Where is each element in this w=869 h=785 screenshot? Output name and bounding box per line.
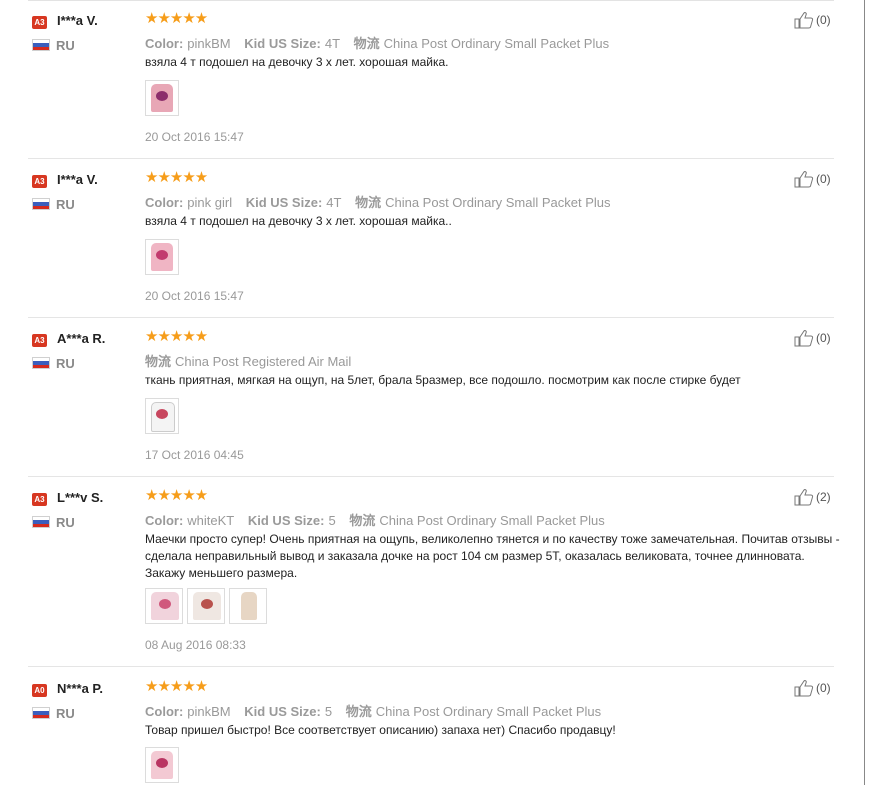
thumbs-up-icon [794, 330, 814, 347]
attr-size-label: Kid US Size: [247, 513, 325, 528]
review-photos [145, 398, 179, 434]
attr-size-label: Kid US Size: [244, 36, 321, 51]
review-photo-thumbnail[interactable] [229, 588, 267, 624]
review-text: ткань приятная, мягкая на ощуп, на 5лет,… [145, 373, 741, 387]
helpful-count: (0) [816, 172, 831, 186]
attr-shipping-value: China Post Ordinary Small Packet Plus [375, 704, 602, 719]
russia-flag-icon [32, 39, 50, 51]
review-photo-thumbnail[interactable] [145, 398, 179, 434]
attr-color-value: pinkBM [187, 704, 231, 719]
order-attributes: Color: whiteKT Kid US Size: 5 物流 China Post… [145, 510, 615, 529]
buyer-name: L***v S. [57, 490, 104, 505]
buyer-level-badge: A3 [32, 16, 47, 29]
thumbs-up-icon [794, 12, 814, 29]
star-rating: ★★★★★ [145, 169, 208, 186]
page-edge [864, 0, 865, 785]
helpful-count: (2) [816, 490, 831, 504]
order-attributes: 物流 China Post Registered Air Mail [145, 351, 361, 370]
review-item: A3 L***v S. RU ★★★★★ Color: whiteKT Kid U… [28, 477, 840, 667]
buyer-name: N***a P. [57, 681, 104, 696]
buyer-level-badge: A3 [32, 493, 47, 506]
attr-shipping-label: 物流 [345, 704, 372, 719]
attr-shipping-label: 物流 [145, 354, 172, 369]
russia-flag-icon [32, 707, 50, 719]
attr-shipping-value: China Post Registered Air Mail [175, 354, 352, 369]
review-photos [145, 80, 179, 116]
attr-shipping-label: 物流 [355, 195, 382, 210]
review-item: A0 N***a P. RU ★★★★★ Color: pinkBM Kid US… [28, 668, 834, 785]
thumbs-up-icon [794, 489, 814, 506]
attr-size-label: Kid US Size: [245, 195, 323, 210]
buyer-level-badge: A3 [32, 334, 47, 347]
buyer-level-badge: A0 [32, 684, 47, 697]
attr-color-label: Color: [145, 195, 184, 210]
attr-color-label: Color: [145, 36, 184, 51]
attr-size-value: 4T [326, 195, 342, 210]
review-photo-thumbnail[interactable] [187, 588, 225, 624]
attr-color-value: pinkBM [187, 36, 231, 51]
attr-color-label: Color: [145, 513, 184, 528]
russia-flag-icon [32, 516, 50, 528]
russia-flag-icon [32, 357, 50, 369]
review-item: A3 A***a R. RU ★★★★★ 物流 China Post Regist… [28, 318, 834, 477]
review-text: Маечки просто супер! Очень приятная на о… [145, 532, 840, 580]
review-text: взяла 4 т подошел на девочку 3 х лет. хо… [145, 55, 449, 69]
review-date: 08 Aug 2016 08:33 [145, 638, 246, 652]
helpful-button[interactable]: (0) [794, 679, 831, 697]
star-rating: ★★★★★ [145, 10, 208, 27]
attr-shipping-label: 物流 [353, 36, 380, 51]
order-attributes: Color: pinkBM Kid US Size: 5 物流 China Post … [145, 701, 611, 720]
star-rating: ★★★★★ [145, 678, 208, 695]
review-photo-thumbnail[interactable] [145, 80, 179, 116]
attr-shipping-value: China Post Ordinary Small Packet Plus [379, 513, 605, 528]
review-text: взяла 4 т подошел на девочку 3 х лет. хо… [145, 214, 452, 228]
helpful-button[interactable]: (2) [794, 488, 831, 506]
review-photos [145, 747, 179, 783]
star-rating: ★★★★★ [145, 487, 208, 504]
attr-size-value: 5 [324, 704, 333, 719]
attr-color-label: Color: [145, 704, 184, 719]
order-attributes: Color: pink girl Kid US Size: 4T 物流 China P… [145, 192, 621, 211]
review-divider [28, 666, 834, 667]
attr-shipping-label: 物流 [349, 513, 376, 528]
buyer-country: RU [56, 706, 75, 721]
order-attributes: Color: pinkBM Kid US Size: 4T 物流 China Post… [145, 33, 619, 52]
thumbs-up-icon [794, 171, 814, 188]
attr-shipping-value: China Post Ordinary Small Packet Plus [383, 36, 610, 51]
buyer-name: I***a V. [57, 13, 98, 28]
buyer-country: RU [56, 356, 75, 371]
helpful-button[interactable]: (0) [794, 329, 831, 347]
attr-color-value: pink girl [187, 195, 233, 210]
buyer-name: I***a V. [57, 172, 98, 187]
buyer-country: RU [56, 197, 75, 212]
helpful-count: (0) [816, 331, 831, 345]
helpful-count: (0) [816, 681, 831, 695]
thumbs-up-icon [794, 680, 814, 697]
attr-size-value: 5 [328, 513, 336, 528]
review-item: A3 I***a V. RU ★★★★★ Color: pinkBM Kid US… [28, 0, 834, 159]
review-photos [145, 239, 179, 275]
helpful-count: (0) [816, 13, 831, 27]
helpful-button[interactable]: (0) [794, 170, 831, 188]
attr-size-label: Kid US Size: [244, 704, 321, 719]
review-date: 20 Oct 2016 15:47 [145, 289, 244, 303]
review-photos [145, 588, 267, 624]
buyer-country: RU [56, 38, 75, 53]
attr-size-value: 4T [324, 36, 341, 51]
review-photo-thumbnail[interactable] [145, 747, 179, 783]
review-item: A3 I***a V. RU ★★★★★ Color: pink girl Kid… [28, 159, 834, 318]
attr-color-value: whiteKT [187, 513, 235, 528]
helpful-button[interactable]: (0) [794, 11, 831, 29]
buyer-name: A***a R. [57, 331, 106, 346]
buyer-level-badge: A3 [32, 175, 47, 188]
review-photo-thumbnail[interactable] [145, 239, 179, 275]
buyer-country: RU [56, 515, 75, 530]
review-date: 17 Oct 2016 04:45 [145, 448, 244, 462]
review-text: Товар пришел быстро! Все соответствует о… [145, 723, 616, 737]
star-rating: ★★★★★ [145, 328, 208, 345]
review-photo-thumbnail[interactable] [145, 588, 183, 624]
attr-shipping-value: China Post Ordinary Small Packet Plus [385, 195, 611, 210]
review-date: 20 Oct 2016 15:47 [145, 130, 244, 144]
russia-flag-icon [32, 198, 50, 210]
